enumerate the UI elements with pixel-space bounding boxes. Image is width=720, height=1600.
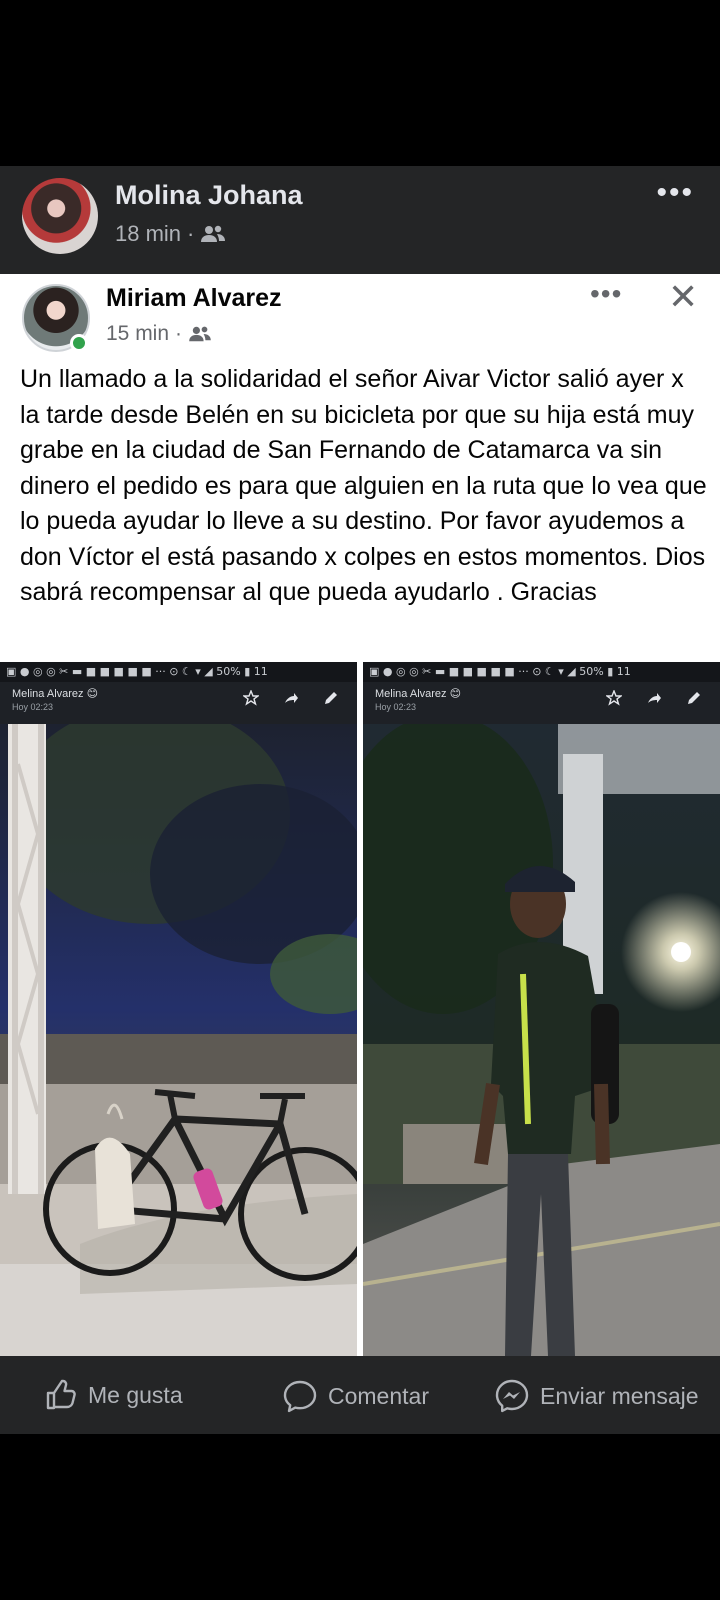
screenshot-status-bar: ▣ ● ◎ ◎ ✂ ▬ ■ ■ ■ ■ ■ ··· ⊙ ☾ ▾ ◢ 50% ▮ … bbox=[0, 662, 357, 682]
send-message-button[interactable]: Enviar mensaje bbox=[494, 1378, 699, 1414]
post-action-bar: Me gusta Comentar Enviar mensaje bbox=[0, 1356, 720, 1434]
meta-separator: · bbox=[175, 322, 183, 345]
edit-icon bbox=[325, 692, 337, 704]
comment-button[interactable]: Comentar bbox=[282, 1378, 429, 1414]
close-icon[interactable]: ✕ bbox=[668, 276, 698, 318]
post-meta: 15 min · bbox=[106, 322, 212, 346]
screenshot-status-bar: ▣ ● ◎ ◎ ✂ ▬ ■ ■ ■ ■ ■ ··· ⊙ ☾ ▾ ◢ 50% ▮ … bbox=[363, 662, 720, 682]
post-time[interactable]: 18 min bbox=[115, 221, 181, 247]
send-message-label: Enviar mensaje bbox=[540, 1382, 699, 1409]
author-name[interactable]: Miriam Alvarez bbox=[106, 284, 282, 313]
comment-label: Comentar bbox=[328, 1382, 429, 1409]
top-black-area bbox=[0, 0, 720, 166]
friends-icon bbox=[189, 326, 211, 342]
viewer-name: Melina Alvarez 😊 bbox=[375, 688, 462, 700]
bicycle-photo-image bbox=[0, 724, 357, 1356]
bottom-black-area bbox=[0, 1434, 720, 1600]
share-icon bbox=[285, 693, 298, 703]
like-button[interactable]: Me gusta bbox=[44, 1378, 183, 1412]
meta-separator: · bbox=[187, 221, 195, 246]
screenshot-viewer-bar: Melina Alvarez 😊 Hoy 02:23 bbox=[0, 682, 357, 724]
like-label: Me gusta bbox=[88, 1381, 183, 1408]
friends-icon bbox=[201, 225, 226, 242]
thumbs-up-icon bbox=[46, 1379, 76, 1410]
viewer-icons bbox=[606, 690, 702, 706]
comment-icon bbox=[283, 1380, 317, 1413]
more-options-button[interactable]: ••• bbox=[590, 278, 622, 310]
share-icon bbox=[648, 693, 661, 703]
viewer-time: Hoy 02:23 bbox=[12, 702, 54, 712]
photo-bicycle[interactable]: ▣ ● ◎ ◎ ✂ ▬ ■ ■ ■ ■ ■ ··· ⊙ ☾ ▾ ◢ 50% ▮ … bbox=[0, 662, 357, 1356]
viewer-icons bbox=[243, 690, 339, 706]
shared-post-card: Miriam Alvarez 15 min · ••• ✕ Un llamado… bbox=[0, 274, 720, 662]
outer-post-header: Molina Johana 18 min · ••• bbox=[0, 166, 720, 274]
star-icon bbox=[243, 690, 259, 706]
viewer-name: Melina Alvarez 😊 bbox=[12, 688, 99, 700]
edit-icon bbox=[688, 692, 700, 704]
star-icon bbox=[606, 690, 622, 706]
man-photo-image bbox=[363, 724, 720, 1356]
more-options-button[interactable]: ••• bbox=[656, 176, 694, 210]
avatar[interactable] bbox=[22, 178, 98, 254]
online-status-dot bbox=[70, 334, 88, 352]
post-text: Un llamado a la solidaridad el señor Aiv… bbox=[20, 365, 707, 606]
photo-man[interactable]: ▣ ● ◎ ◎ ✂ ▬ ■ ■ ■ ■ ■ ··· ⊙ ☾ ▾ ◢ 50% ▮ … bbox=[363, 662, 720, 1356]
post-meta: 18 min · bbox=[115, 221, 226, 247]
messenger-icon bbox=[495, 1379, 529, 1413]
photo-grid: ▣ ● ◎ ◎ ✂ ▬ ■ ■ ■ ■ ■ ··· ⊙ ☾ ▾ ◢ 50% ▮ … bbox=[0, 662, 720, 1356]
viewer-time: Hoy 02:23 bbox=[375, 702, 417, 712]
screenshot-viewer-bar: Melina Alvarez 😊 Hoy 02:23 bbox=[363, 682, 720, 724]
post-time[interactable]: 15 min bbox=[106, 322, 169, 346]
author-name[interactable]: Molina Johana bbox=[115, 180, 303, 211]
